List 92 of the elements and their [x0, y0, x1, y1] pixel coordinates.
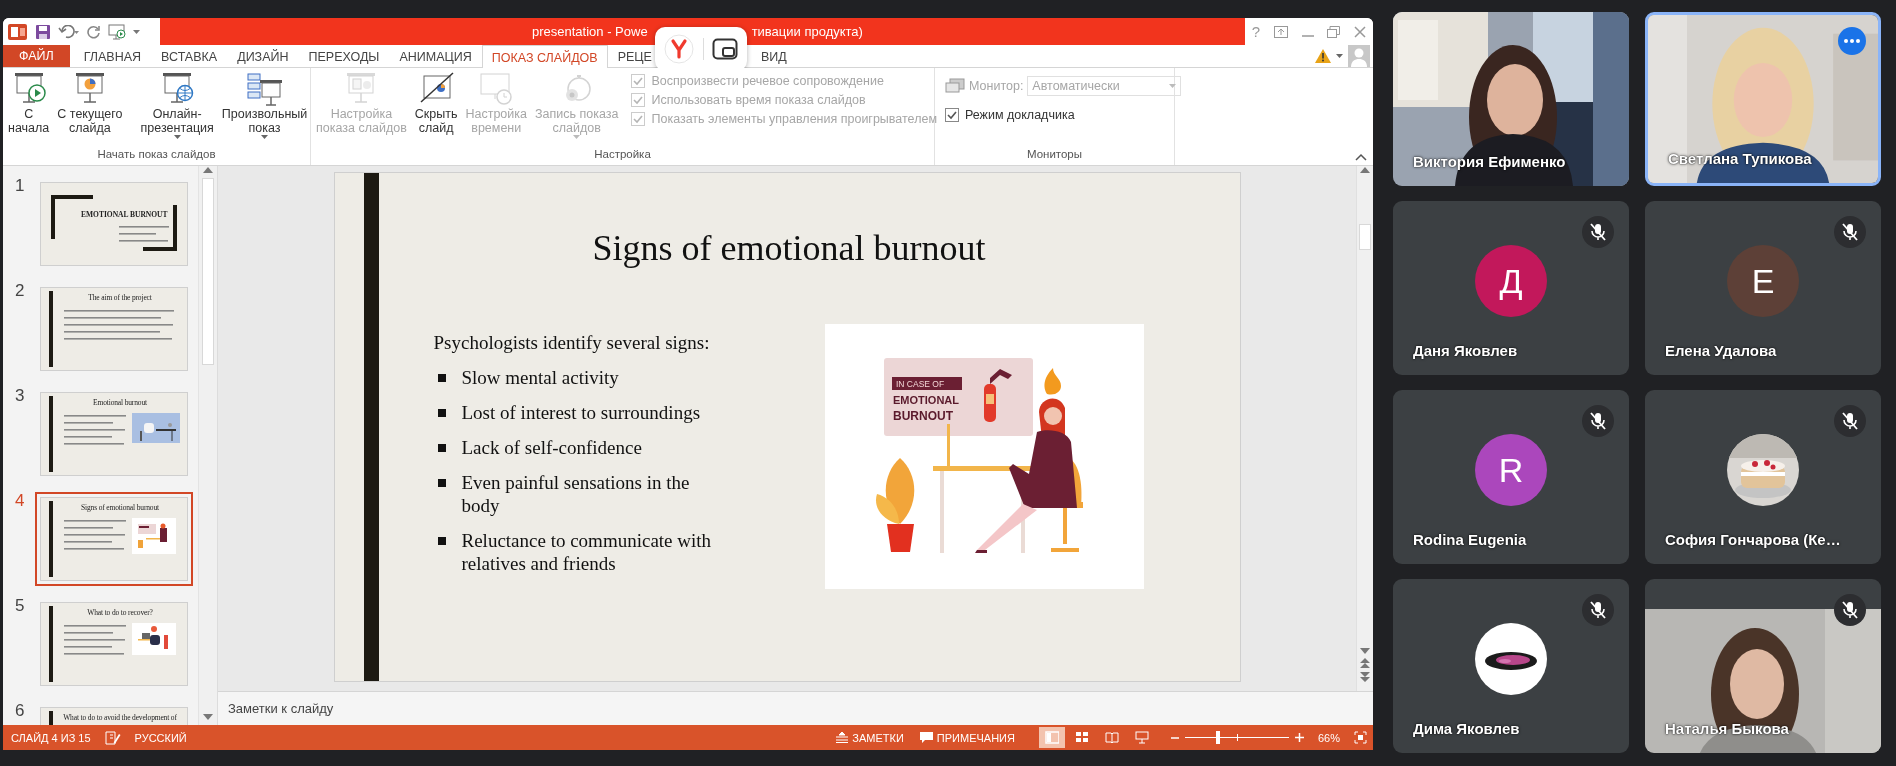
save-icon[interactable]: [35, 23, 51, 40]
redo-icon[interactable]: [87, 24, 101, 39]
caret-icon: [133, 29, 140, 34]
participant-name: Rodina Eugenia: [1413, 531, 1527, 548]
text-lines-drawing: [64, 413, 126, 448]
ribbon-display-icon[interactable]: [1273, 25, 1288, 38]
normal-view-icon: [1044, 731, 1059, 744]
subtitle-lines-drawing: [119, 224, 169, 245]
avatar: Д: [1475, 245, 1547, 317]
monitor-label: Монитор:: [969, 79, 1024, 93]
file-tab[interactable]: ФАЙЛ: [3, 45, 70, 67]
ribbon-tab[interactable]: ПОКАЗ СЛАЙДОВ: [481, 45, 608, 69]
slide-number: 2: [14, 282, 26, 300]
previous-slide-icon[interactable]: [1360, 657, 1370, 669]
checkbox-label: Показать элементы управления проигрывателем: [651, 112, 937, 126]
bullet-icon: [437, 409, 446, 417]
slideshow-icon[interactable]: [108, 23, 126, 40]
collapse-ribbon-icon[interactable]: [1355, 153, 1367, 161]
ribbon-button[interactable]: Скрыть слайд: [411, 70, 461, 136]
slide-number: 6: [14, 702, 26, 720]
picture-in-picture-icon[interactable]: [712, 38, 739, 60]
group-label: Начать показ слайдов: [96, 147, 217, 162]
undo-icon[interactable]: [58, 24, 80, 39]
slide-number: 1: [14, 177, 26, 195]
browser-logo-icon[interactable]: [663, 34, 694, 64]
zoom-in-icon[interactable]: [1294, 733, 1304, 742]
checkbox[interactable]: [945, 108, 959, 122]
bullet-icon: [437, 444, 446, 452]
scroll-down-icon[interactable]: [203, 713, 213, 721]
group-label: Настройка: [593, 147, 652, 162]
sign-tag: IN CASE OF: [891, 377, 962, 390]
ribbon-button[interactable]: Онлайн- презентация: [137, 70, 217, 140]
language-label[interactable]: РУССКИЙ: [134, 731, 187, 744]
bullet-text: Lack of self-confidence: [461, 436, 642, 459]
bullet-icon: [437, 479, 446, 487]
more-icon: [1844, 39, 1860, 43]
participant-name: Елена Удалова: [1665, 342, 1777, 359]
scrollbar-thumb[interactable]: [202, 178, 214, 365]
monitor-icon: [945, 78, 965, 94]
bullet-text: Slow mental activity: [461, 366, 619, 389]
view-button[interactable]: [1038, 727, 1065, 748]
slide-counter: СЛАЙД 4 ИЗ 15: [11, 731, 91, 744]
slide-number: 4: [14, 492, 26, 510]
bullet-text: Even painful sensations in the body: [461, 471, 691, 517]
caret-icon: [1336, 54, 1343, 58]
participant-name: Дима Яковлев: [1413, 720, 1520, 737]
checkbox-label: Режим докладчика: [965, 108, 1075, 122]
comments-button[interactable]: ПРИМЕЧАНИЯ: [913, 727, 1021, 748]
slide-number: 3: [14, 387, 26, 405]
participant-name: София Гончарова (Ке…: [1665, 531, 1841, 548]
caret-icon: [1169, 84, 1177, 88]
close-icon[interactable]: [1354, 25, 1367, 38]
book-view-icon: [1104, 731, 1119, 744]
checkbox-label: Использовать время показа слайдов: [651, 93, 866, 107]
window-title: тивации продукта): [751, 24, 863, 39]
window-title: presentation - Powe: [532, 24, 648, 39]
ribbon-button[interactable]: С начала: [5, 70, 53, 136]
scrollbar-thumb[interactable]: [1359, 224, 1371, 250]
slide-title: Signs of emotional burnout: [591, 227, 987, 269]
text-lines-drawing: [64, 518, 126, 553]
notes-field[interactable]: Заметки к слайду: [218, 691, 1373, 725]
fit-to-window-icon[interactable]: [1354, 731, 1367, 744]
slideshow-view-icon: [1134, 731, 1149, 744]
group-label: Мониторы: [1025, 147, 1084, 162]
list-screen-icon: [245, 71, 284, 107]
zoom-level[interactable]: 66%: [1317, 731, 1340, 744]
powerpoint-logo-icon[interactable]: [8, 22, 28, 41]
notes-button[interactable]: ЗАМЕТКИ: [830, 727, 910, 748]
sign-text: BURNOUT: [892, 409, 953, 423]
ribbon-button[interactable]: С текущего слайда: [54, 70, 126, 136]
bullet-icon: [437, 537, 446, 545]
fire-extinguisher-icon: [983, 369, 1012, 422]
intro-text: Psychologists identify several signs:: [433, 331, 711, 354]
comment-icon: [919, 731, 933, 744]
scroll-down-icon[interactable]: [1360, 647, 1370, 655]
bullet-text: Lost of interest to surroundings: [461, 401, 701, 424]
grid-view-icon: [1074, 731, 1089, 744]
bullet-text: Reluctance to communicate with relatives and friends: [461, 529, 713, 575]
warning-icon[interactable]: [1315, 49, 1331, 63]
maximize-icon[interactable]: [1327, 25, 1341, 38]
spell-check-icon[interactable]: [104, 730, 121, 745]
notes-icon: [836, 732, 849, 743]
slide-number: 5: [14, 597, 26, 615]
participant-name: Даня Яковлев: [1413, 342, 1518, 359]
bullet-icon: [437, 374, 446, 382]
sign-text: EMOTIONAL: [892, 394, 959, 406]
ribbon-button[interactable]: Произвольный показ: [218, 70, 311, 140]
checkbox-label: Воспроизвести речевое сопровождение: [651, 74, 884, 88]
avatar: R: [1475, 434, 1547, 506]
next-slide-icon[interactable]: [1360, 671, 1370, 683]
avatar: Е: [1727, 245, 1799, 317]
text-lines-drawing: [64, 623, 126, 658]
